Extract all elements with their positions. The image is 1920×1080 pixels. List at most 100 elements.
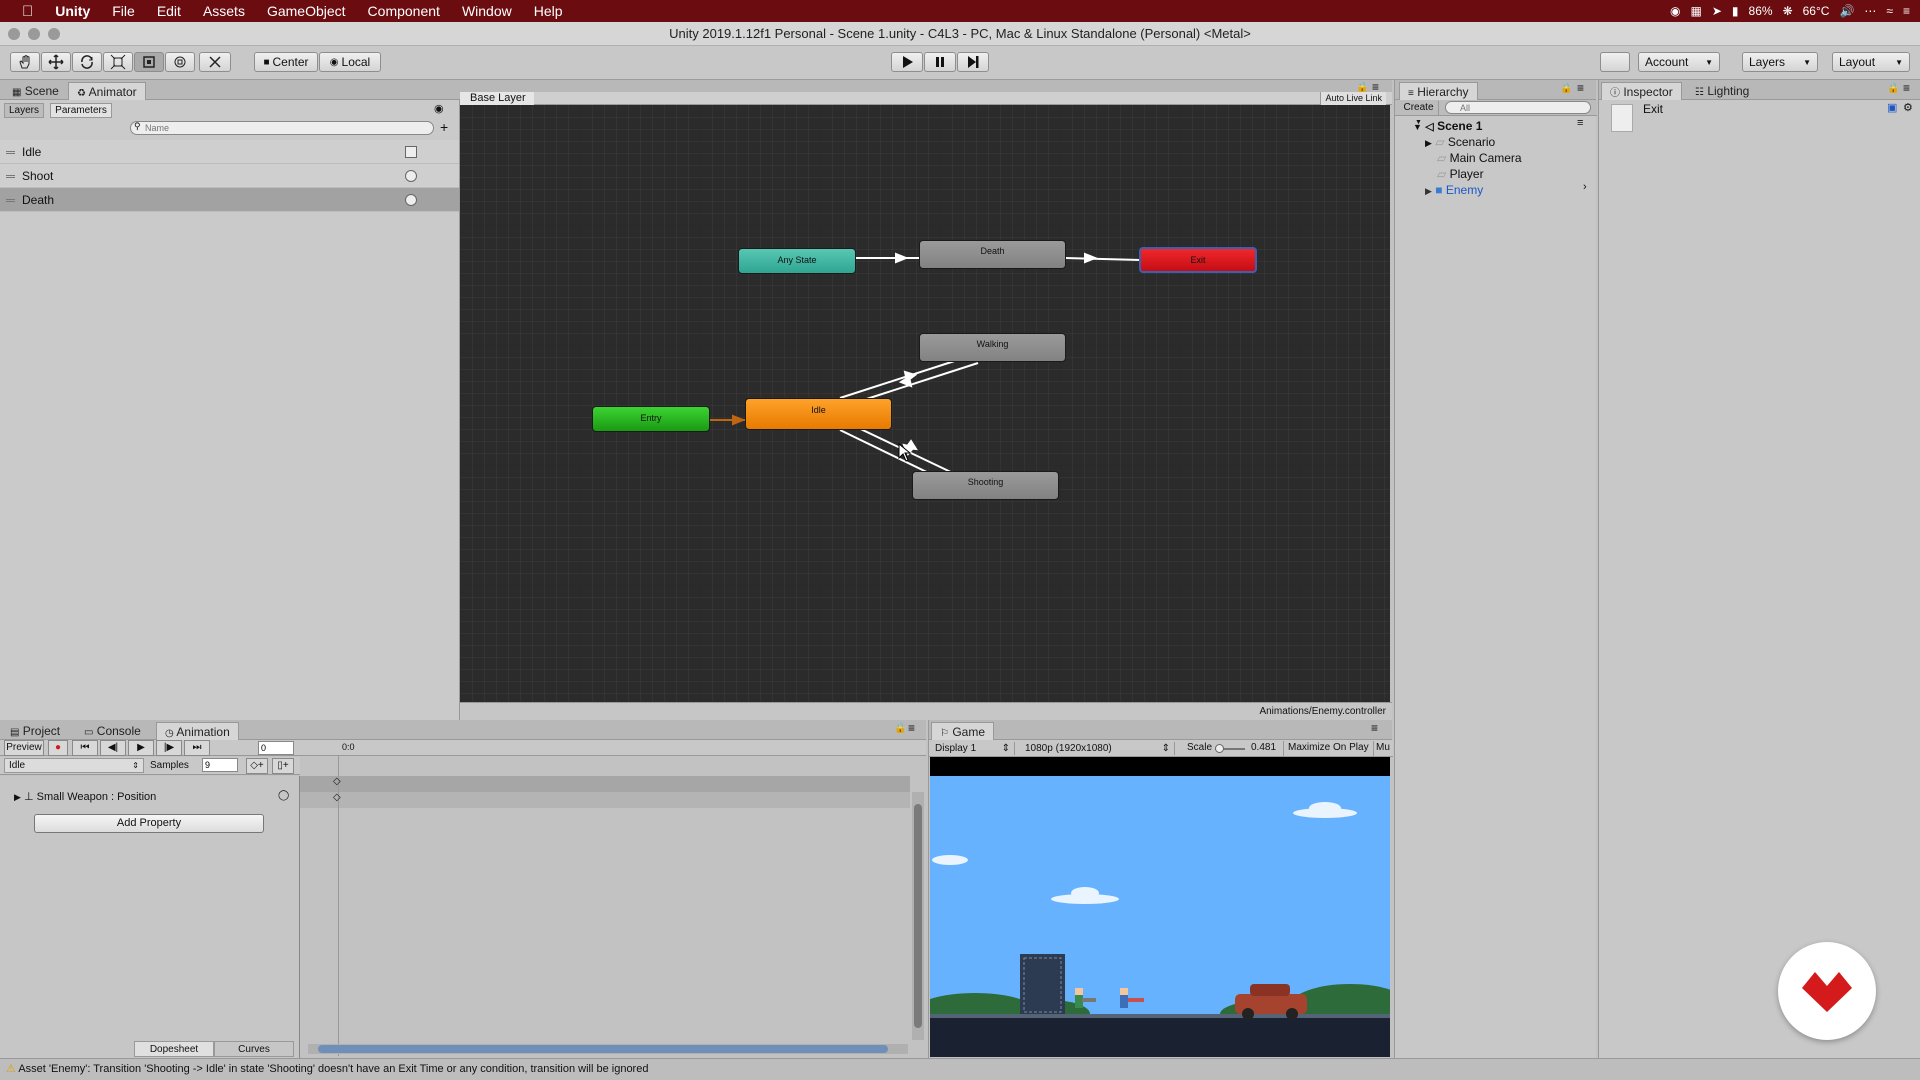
game-viewport[interactable] [930,776,1390,1057]
state-any-state[interactable]: Any State [738,248,856,274]
scrollbar-thumb[interactable] [914,804,922,1028]
step-button[interactable] [957,52,989,72]
state-death[interactable]: Death [919,240,1066,269]
parameter-search-input[interactable] [130,121,434,135]
bool-checkbox[interactable] [405,146,417,158]
record-button[interactable]: ● [48,740,68,756]
samples-input[interactable] [202,758,238,772]
tab-animator[interactable]: ♻ Animator [68,82,146,100]
curves-tab[interactable]: Curves [214,1041,294,1057]
pivot-center-button[interactable]: ■ Center [254,52,318,72]
battery-icon[interactable]: ▮ [1732,4,1739,18]
next-frame-button[interactable]: |▶ [156,740,182,756]
tab-parameters[interactable]: Parameters [50,103,112,118]
prev-frame-button[interactable]: ◀| [100,740,126,756]
panel-menu-icon[interactable]: ≡ [1577,81,1584,95]
expand-arrow-icon[interactable]: ▼ [1413,122,1422,132]
breadcrumb[interactable]: Base Layer [460,92,534,105]
grid-icon[interactable]: ▦ [1691,4,1702,18]
lock-icon[interactable]: 🔒 [894,723,906,734]
anim-play-button[interactable]: ▶ [128,740,154,756]
last-frame-button[interactable]: ⏭ [184,740,210,756]
resolution-dropdown[interactable]: 1080p (1920x1080) ⇕ [1025,742,1175,755]
parameter-row-idle[interactable]: Idle [0,140,459,164]
panel-menu-icon[interactable]: ≡ [1903,81,1910,95]
property-row[interactable]: ▶ ⊥ Small Weapon : Position [14,790,156,803]
apple-icon[interactable]:  [22,3,33,20]
expand-arrow-icon[interactable]: ▶ [14,792,21,802]
menu-edit[interactable]: Edit [157,3,181,19]
drag-handle-icon[interactable] [6,151,15,154]
help-book-icon[interactable]: ▣ [1887,101,1897,114]
space-local-button[interactable]: ◉ Local [319,52,381,72]
panel-menu-icon[interactable]: ≡ [908,721,915,735]
play-button[interactable] [891,52,923,72]
send-icon[interactable]: ➤ [1712,4,1722,18]
gear-icon[interactable]: ⚙ [1903,101,1913,114]
shield-icon[interactable]: ◉ [1670,4,1680,18]
account-dropdown[interactable]: Account ▼ [1638,52,1720,72]
menu-list-icon[interactable]: ≡ [1903,4,1910,18]
trigger-radio[interactable] [405,194,417,206]
move-tool-button[interactable] [41,52,71,72]
layers-dropdown[interactable]: Layers ▼ [1742,52,1818,72]
add-property-button[interactable]: Add Property [34,814,264,833]
add-keyframe-button[interactable]: ◇+ [246,758,268,774]
menu-file[interactable]: File [112,3,135,19]
hscroll-thumb[interactable] [318,1045,888,1053]
menu-window[interactable]: Window [462,3,512,19]
add-event-button[interactable]: ▯+ [272,758,294,774]
trigger-radio[interactable] [405,170,417,182]
first-frame-button[interactable]: ⏮ [72,740,98,756]
transform-tool-button[interactable] [165,52,195,72]
menu-app[interactable]: Unity [55,3,90,19]
tab-layers[interactable]: Layers [4,103,44,118]
transition-idle-walking[interactable] [839,355,971,399]
tab-console[interactable]: ▭ Console [76,722,149,740]
scene-root[interactable]: ▼ ◁ Scene 1 [1413,118,1482,134]
parameter-row-shoot[interactable]: Shoot [0,164,459,188]
keyframe-diamond-icon[interactable]: ◇ [333,776,341,787]
preview-toggle[interactable]: Preview [4,740,44,756]
tab-lighting[interactable]: ☷ Lighting [1687,82,1757,100]
lock-icon[interactable]: 🔒 [1356,82,1368,93]
hierarchy-item-main-camera[interactable]: ▱ Main Camera [1437,150,1522,166]
clip-dropdown[interactable]: Idle ⇕ [4,758,144,773]
rect-tool-button[interactable] [134,52,164,72]
close-window-button[interactable] [8,28,20,40]
parameter-row-death[interactable]: Death [0,188,459,212]
menu-help[interactable]: Help [534,3,563,19]
zoom-window-button[interactable] [48,28,60,40]
lock-icon[interactable]: 🔒 [1887,83,1899,94]
layout-dropdown[interactable]: Layout ▼ [1832,52,1910,72]
panel-menu-icon[interactable]: ≡ [1371,721,1378,735]
eye-icon[interactable]: ◉ [434,102,444,115]
scene-menu-icon[interactable]: ≡ [1577,117,1583,129]
drag-handle-icon[interactable] [6,175,15,178]
hierarchy-item-player[interactable]: ▱ Player [1437,166,1484,182]
timeline-ruler[interactable]: 0:0 [300,740,926,756]
scale-slider[interactable] [1215,744,1245,753]
vertical-scrollbar[interactable] [912,792,924,1040]
horizontal-scrollbar[interactable] [308,1044,908,1054]
tab-game[interactable]: ⚐ Game [931,722,994,740]
hierarchy-item-scenario[interactable]: ▶ ▱ Scenario [1425,134,1495,150]
tab-animation[interactable]: ◷ Animation [156,722,239,740]
state-idle[interactable]: Idle [745,398,892,430]
tab-hierarchy[interactable]: ≡ Hierarchy [1399,82,1478,100]
panel-menu-icon[interactable]: ≡ [1372,80,1379,94]
add-parameter-button[interactable]: + [440,119,448,135]
minimize-window-button[interactable] [28,28,40,40]
keyframe-diamond-icon[interactable]: ◇ [333,792,341,803]
menu-gameobject[interactable]: GameObject [267,3,346,19]
tab-project[interactable]: ▤ Project [2,722,68,740]
create-dropdown[interactable]: Create ▼ [1399,101,1439,126]
state-exit[interactable]: Exit [1139,247,1257,273]
menu-assets[interactable]: Assets [203,3,245,19]
property-options-icon[interactable]: ◯ [278,790,289,801]
volume-icon[interactable]: 🔊 [1839,4,1854,18]
maximize-on-play-toggle[interactable]: Maximize On Play [1283,741,1373,756]
hierarchy-search-input[interactable] [1445,101,1591,114]
chevron-right-icon[interactable]: › [1583,181,1587,193]
drag-handle-icon[interactable] [6,199,15,202]
